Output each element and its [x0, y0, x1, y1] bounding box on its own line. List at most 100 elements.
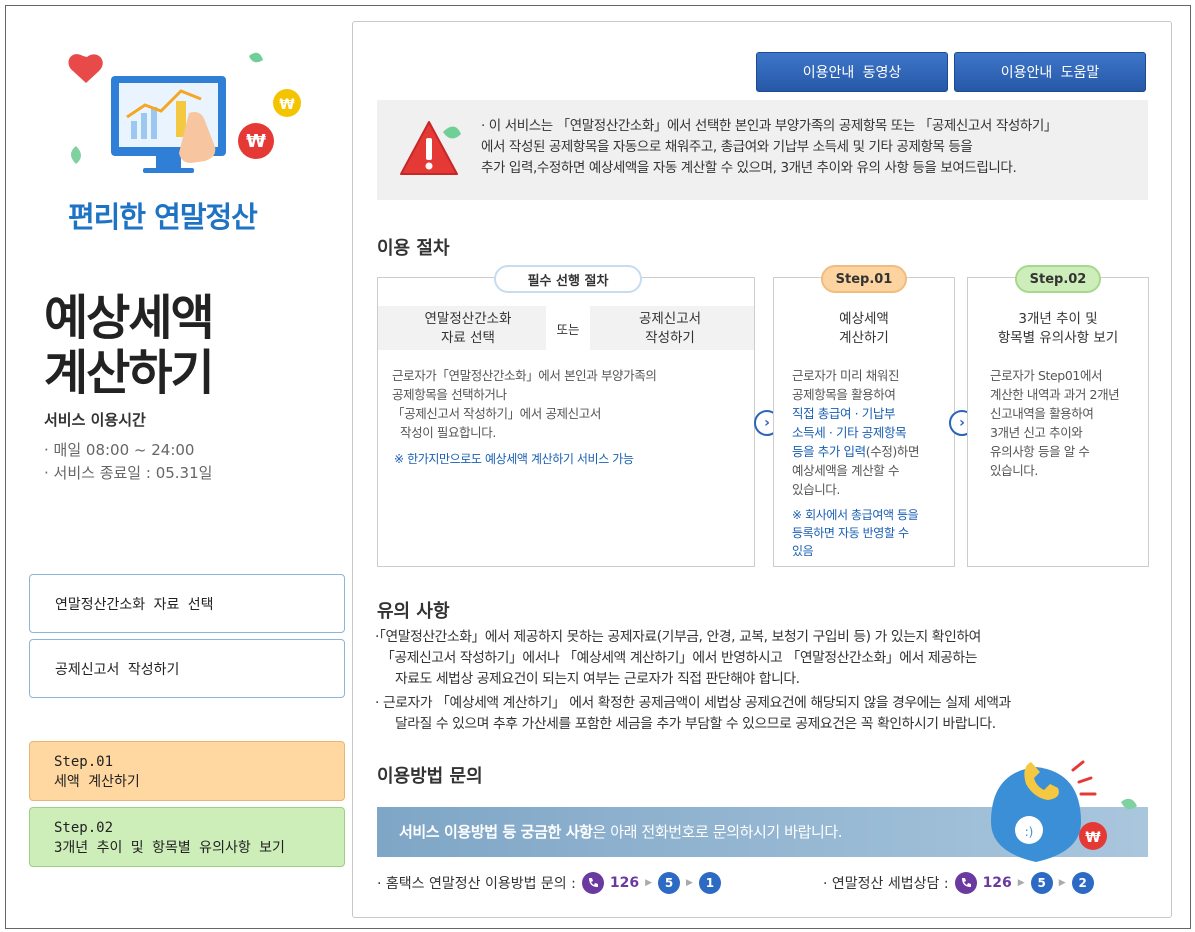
step1-note-line1: ※ 회사에서 총급여액 등을	[792, 508, 919, 522]
step1-body-line4: 소득세 · 기타 공제항목	[792, 425, 907, 440]
caution-p1-line3: 자료도 세법상 공제요건이 되는지 여부는 근로자가 직접 판단해야 합니다.	[395, 671, 800, 687]
notice-line1: · 이 서비스는 「연말정산간소화」에서 선택한 본인과 부양가족의 공제항목 …	[481, 118, 1058, 134]
required-body-line3: 「공제신고서 작성하기」에서 공제신고서	[392, 406, 601, 421]
step1-pill: Step.01	[821, 265, 907, 293]
phone-support-illustration-icon: :) ₩	[991, 760, 1137, 862]
caution-p2-line2: 달라질 수 있으며 추후 가산세를 포함한 세금을 추가 부담할 수 있으므로 …	[395, 716, 996, 732]
step1-body-line2: 공제항목을 활용하여	[792, 387, 896, 402]
tax-law-consult-digit2: 2	[1071, 872, 1094, 894]
phone-icon	[581, 872, 604, 894]
deduction-form-write-label: 공제신고서 작성하기	[55, 661, 180, 678]
caution-para2: · 근로자가 「예상세액 계산하기」 에서 확정한 공제금액이 세법상 공제요건…	[375, 693, 1011, 735]
step1-tax-calc-button[interactable]: Step.01 세액 계산하기	[29, 741, 345, 801]
step2-head-line1: 3개년 추이 및	[1018, 311, 1098, 327]
step2-head-line2: 항목별 유의사항 보기	[997, 330, 1119, 346]
banner-rest: 은 아래 전화번호로 문의하시기 바랍니다.	[592, 823, 843, 841]
caution-p1-line1: ·「연말정산간소화」에서 제공하지 못하는 공제자료(기부금, 안경, 교복, …	[375, 629, 981, 645]
step2-body-line3: 신고내역을 활용하여	[990, 406, 1094, 421]
svg-text:₩: ₩	[1085, 830, 1101, 846]
option-deduction-form: 공제신고서 작성하기	[590, 310, 750, 348]
tax-law-consult-number: 126	[982, 875, 1012, 891]
step2-label: Step.02	[54, 820, 114, 836]
hometax-inquiry-number: 126	[609, 875, 640, 891]
step2-trend-button[interactable]: Step.02 3개년 추이 및 항목별 유의사항 보기	[29, 807, 345, 867]
step1-head: 예상세액 계산하기	[774, 310, 954, 348]
service-time-label: 서비스 이용시간	[44, 411, 146, 429]
required-body: 근로자가「연말정산간소화」에서 본인과 부양가족의 공제항목을 선택하거나 「공…	[392, 366, 742, 442]
hometax-inquiry-digit2: 1	[698, 872, 721, 894]
service-hours: · 매일 08:00 ~ 24:00	[44, 441, 195, 459]
step1-body-line5a: 등을 추가 입력	[792, 444, 866, 459]
page-title: 예상세액 계산하기	[44, 290, 215, 401]
guide-video-button[interactable]: 이용안내 동영상	[756, 52, 948, 92]
required-prestep-pill: 필수 선행 절차	[494, 265, 642, 293]
hometax-inquiry-contact: · 홈택스 연말정산 이용방법 문의 : 126 ▶ 5 ▶ 1	[377, 872, 721, 894]
step1-body: 근로자가 미리 채워진 공제항목을 활용하여 직접 총급여 · 기납부 소득세 …	[792, 366, 952, 499]
option-simplified-data: 연말정산간소화 자료 선택	[388, 310, 548, 348]
page-title-line1: 예상세액	[44, 290, 215, 346]
banner-bold: 서비스 이용방법 등 궁금한 사항	[399, 823, 593, 841]
step2-body-line4: 3개년 신고 추이와	[990, 425, 1083, 440]
page-frame: ₩ ₩ 편리한 연말정산 예상세액 계산하기 서비스 이용시간 · 매일 08:…	[5, 5, 1191, 929]
caution-p1-line2: 「공제신고서 작성하기」에서나 「예상세액 계산하기」에서 반영하시고 「연말정…	[381, 650, 978, 666]
arrow-right-icon: ▶	[686, 878, 693, 888]
simplified-data-select-label: 연말정산간소화 자료 선택	[55, 596, 214, 613]
option-a-line2: 자료 선택	[441, 330, 495, 346]
step1-note-line2: 등록하면 자동 반영할 수	[792, 526, 909, 540]
right-panel: 이용안내 동영상 이용안내 도움말 · 이 서비스는 「연말정산간소화」에서 선…	[352, 21, 1172, 918]
step2-pill: Step.02	[1015, 265, 1101, 293]
inquiry-banner-text: 서비스 이용방법 등 궁금한 사항은 아래 전화번호로 문의하시기 바랍니다.	[399, 821, 843, 842]
phone-icon	[954, 872, 977, 894]
or-label: 또는	[546, 306, 590, 350]
arrow-right-icon: ▶	[1017, 878, 1025, 888]
tax-law-consult-contact: · 연말정산 세법상담 : 126 ▶ 5 ▶ 2	[823, 872, 1094, 894]
arrow-right-icon: ▶	[1058, 878, 1066, 888]
step2-head: 3개년 추이 및 항목별 유의사항 보기	[968, 310, 1148, 348]
guide-help-button[interactable]: 이용안내 도움말	[954, 52, 1146, 92]
caution-title: 유의 사항	[377, 601, 450, 622]
step2-box: Step.02 3개년 추이 및 항목별 유의사항 보기 근로자가 Step01…	[967, 265, 1149, 567]
warning-icon	[400, 121, 461, 175]
step1-note: ※ 회사에서 총급여액 등을 등록하면 자동 반영할 수 있음	[792, 506, 952, 560]
arrow-right-icon: ▶	[645, 878, 653, 888]
step1-box: Step.01 예상세액 계산하기 근로자가 미리 채워진 공제항목을 활용하여…	[773, 265, 955, 567]
step1-body-line7: 있습니다.	[792, 482, 840, 497]
service-end-date: · 서비스 종료일 : 05.31일	[44, 464, 213, 482]
tax-law-consult-digit1: 5	[1030, 872, 1053, 894]
required-body-line2: 공제항목을 선택하거나	[392, 387, 507, 402]
step2-body-line1: 근로자가 Step01에서	[990, 368, 1103, 383]
notice-line3: 추가 입력,수정하면 예상세액을 자동 계산할 수 있으며, 3개년 추이와 유…	[481, 160, 1017, 176]
option-b-line1: 공제신고서	[638, 311, 702, 327]
left-panel: ₩ ₩ 편리한 연말정산 예상세액 계산하기 서비스 이용시간 · 매일 08:…	[6, 6, 356, 930]
required-body-line4: 작성이 필요합니다.	[400, 425, 496, 440]
step1-note-line3: 있음	[792, 544, 814, 558]
step2-body-line6: 있습니다.	[990, 463, 1038, 478]
step1-head-line1: 예상세액	[839, 311, 889, 327]
page-title-line2: 계산하기	[44, 345, 215, 401]
required-prestep-box: 필수 선행 절차 연말정산간소화 자료 선택 또는 공제신고서 작성하기 근로자…	[377, 265, 755, 567]
notice-box: · 이 서비스는 「연말정산간소화」에서 선택한 본인과 부양가족의 공제항목 …	[377, 100, 1148, 200]
caution-p2-line1: · 근로자가 「예상세액 계산하기」 에서 확정한 공제금액이 세법상 공제요건…	[375, 695, 1011, 711]
simplified-data-select-button[interactable]: 연말정산간소화 자료 선택	[29, 574, 345, 633]
monitor-illustration-icon: ₩ ₩	[68, 52, 301, 173]
tax-law-consult-label: · 연말정산 세법상담 :	[823, 876, 949, 892]
required-body-line1: 근로자가「연말정산간소화」에서 본인과 부양가족의	[392, 368, 657, 383]
option-b-line2: 작성하기	[645, 330, 695, 346]
caution-para1: ·「연말정산간소화」에서 제공하지 못하는 공제자료(기부금, 안경, 교복, …	[375, 627, 981, 690]
procedure-title: 이용 절차	[377, 238, 450, 259]
notice-line2: 에서 작성된 공제항목을 자동으로 채워주고, 총급여와 기납부 소득세 및 기…	[481, 139, 973, 155]
step1-head-line2: 계산하기	[839, 330, 889, 346]
step2-body-line5: 유의사항 등을 알 수	[990, 444, 1090, 459]
step1-body-line5b: (수정)하면	[865, 444, 920, 459]
deduction-form-write-button[interactable]: 공제신고서 작성하기	[29, 639, 345, 698]
hometax-inquiry-digit1: 5	[658, 872, 681, 894]
step1-label: Step.01	[54, 754, 114, 770]
hometax-inquiry-label: · 홈택스 연말정산 이용방법 문의 :	[377, 876, 576, 892]
step2-body-line2: 계산한 내역과 과거 2개년	[990, 387, 1120, 402]
step1-body-line3: 직접 총급여 · 기납부	[792, 406, 896, 421]
option-a-line1: 연말정산간소화	[424, 311, 512, 327]
svg-text::): :)	[1025, 825, 1034, 839]
step2-desc: 3개년 추이 및 항목별 유의사항 보기	[54, 840, 285, 856]
step1-body-line1: 근로자가 미리 채워진	[792, 368, 900, 383]
hero-title: 편리한 연말정산	[68, 200, 258, 234]
